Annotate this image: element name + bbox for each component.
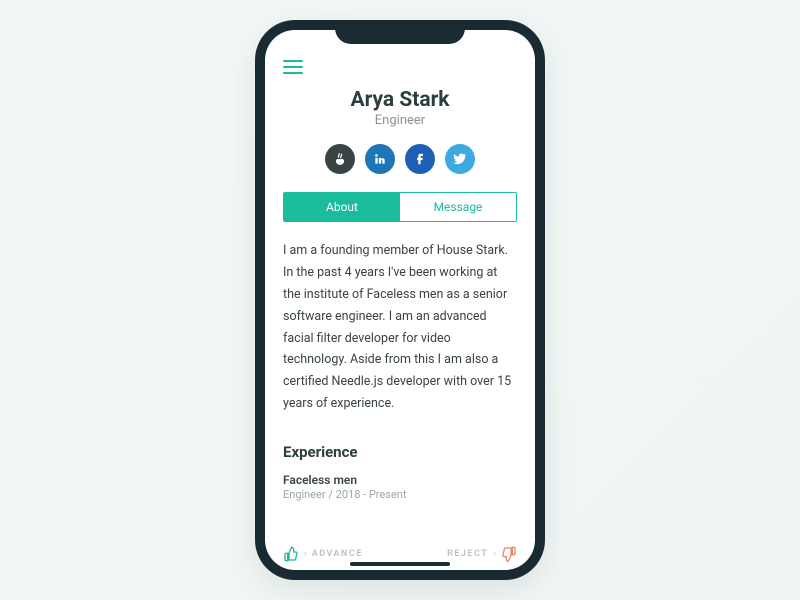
- tab-bar: About Message: [283, 192, 517, 222]
- footer-actions: › ADVANCE REJECT ‹: [265, 546, 535, 562]
- phone-frame: Arya Stark Engineer About Message: [255, 20, 545, 580]
- experience-company: Faceless men: [283, 473, 517, 487]
- notch: [335, 20, 465, 44]
- experience-heading: Experience: [283, 443, 517, 461]
- screen: Arya Stark Engineer About Message: [265, 30, 535, 570]
- reject-button[interactable]: REJECT ‹: [447, 546, 517, 562]
- tab-message[interactable]: Message: [400, 193, 516, 221]
- bio-text: I am a founding member of House Stark. I…: [283, 240, 517, 415]
- experience-meta: Engineer / 2018 - Present: [283, 488, 517, 501]
- home-indicator: [350, 562, 450, 566]
- facebook-icon[interactable]: [405, 144, 435, 174]
- thumbs-down-icon: [501, 546, 517, 562]
- social-row: [283, 144, 517, 174]
- thumbs-up-icon: [283, 546, 299, 562]
- angellist-icon[interactable]: [325, 144, 355, 174]
- reject-label: REJECT: [447, 549, 488, 559]
- menu-button[interactable]: [283, 60, 303, 74]
- content: Arya Stark Engineer About Message: [265, 30, 535, 570]
- profile-role: Engineer: [283, 113, 517, 128]
- profile-name: Arya Stark: [283, 88, 517, 112]
- advance-button[interactable]: › ADVANCE: [283, 546, 363, 562]
- experience-item: Faceless men Engineer / 2018 - Present: [283, 473, 517, 501]
- tab-about[interactable]: About: [284, 193, 400, 221]
- chevron-right-icon: ›: [304, 549, 307, 559]
- advance-label: ADVANCE: [312, 549, 363, 559]
- twitter-icon[interactable]: [445, 144, 475, 174]
- chevron-left-icon: ‹: [493, 549, 496, 559]
- linkedin-icon[interactable]: [365, 144, 395, 174]
